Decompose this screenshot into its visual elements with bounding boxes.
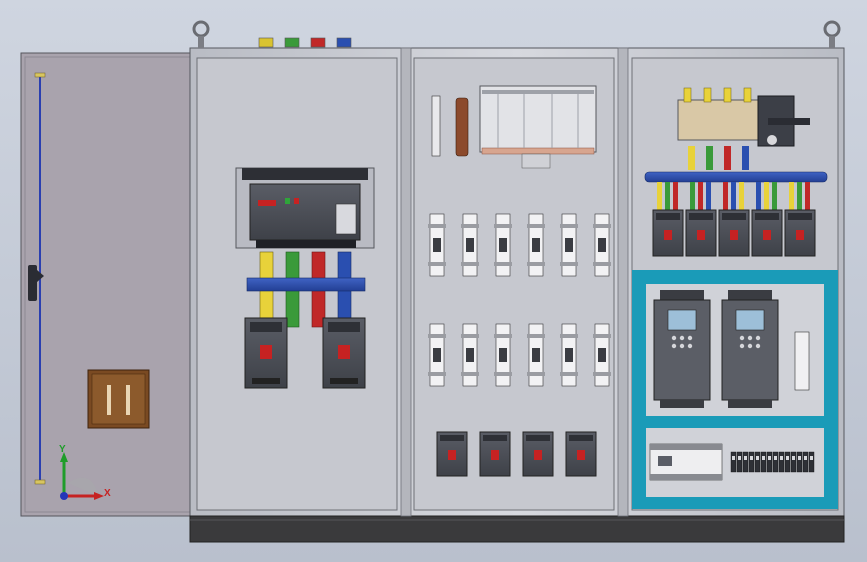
din-breaker xyxy=(494,213,512,277)
terminal-block xyxy=(778,451,785,473)
document-pocket xyxy=(87,369,150,429)
cad-render: Y X xyxy=(0,0,867,562)
small-breaker xyxy=(436,431,468,477)
right-horizontal-busbar xyxy=(644,171,828,183)
din-breaker xyxy=(527,213,545,277)
signal-module xyxy=(794,331,810,391)
right-section xyxy=(631,57,839,511)
molded-case-breaker xyxy=(244,317,288,389)
terminal-block xyxy=(808,451,815,473)
feeder-breakers-right xyxy=(652,182,816,257)
horizontal-busbar xyxy=(246,277,366,292)
left-section xyxy=(196,57,398,511)
terminal-block xyxy=(772,451,779,473)
plc-module xyxy=(649,443,723,481)
cabinet-door xyxy=(20,52,195,517)
vfd-drive xyxy=(721,290,779,408)
din-breaker xyxy=(461,323,479,387)
terminal-block xyxy=(754,451,761,473)
vfd-drive xyxy=(653,290,711,408)
axis-y-label: Y xyxy=(59,444,66,455)
din-breaker xyxy=(560,323,578,387)
middle-section xyxy=(413,57,615,511)
din-breaker xyxy=(593,323,611,387)
electrical-cabinet-drawing: Y X xyxy=(20,20,845,543)
small-breaker xyxy=(522,431,554,477)
neutral-bar xyxy=(455,97,469,157)
din-breaker xyxy=(593,213,611,277)
din-breaker xyxy=(527,323,545,387)
lifting-eye-icon xyxy=(823,20,841,48)
lifting-eye-icon xyxy=(192,20,210,48)
terminal-block xyxy=(802,451,809,473)
terminal-block xyxy=(760,451,767,473)
terminal-block xyxy=(748,451,755,473)
small-breaker xyxy=(565,431,597,477)
din-breaker xyxy=(461,213,479,277)
vertical-terminal-strip xyxy=(431,95,441,157)
terminal-block xyxy=(736,451,743,473)
din-breaker xyxy=(428,213,446,277)
axis-x-label: X xyxy=(104,488,111,499)
terminal-block xyxy=(796,451,803,473)
molded-case-breaker xyxy=(322,317,366,389)
terminal-block xyxy=(790,451,797,473)
small-breaker xyxy=(479,431,511,477)
phase-markers xyxy=(258,37,352,48)
din-breaker xyxy=(494,323,512,387)
terminal-block xyxy=(742,451,749,473)
main-air-circuit-breaker xyxy=(235,167,375,249)
din-breaker xyxy=(560,213,578,277)
terminal-block xyxy=(730,451,737,473)
terminal-block xyxy=(784,451,791,473)
din-breaker xyxy=(428,323,446,387)
terminal-block xyxy=(766,451,773,473)
